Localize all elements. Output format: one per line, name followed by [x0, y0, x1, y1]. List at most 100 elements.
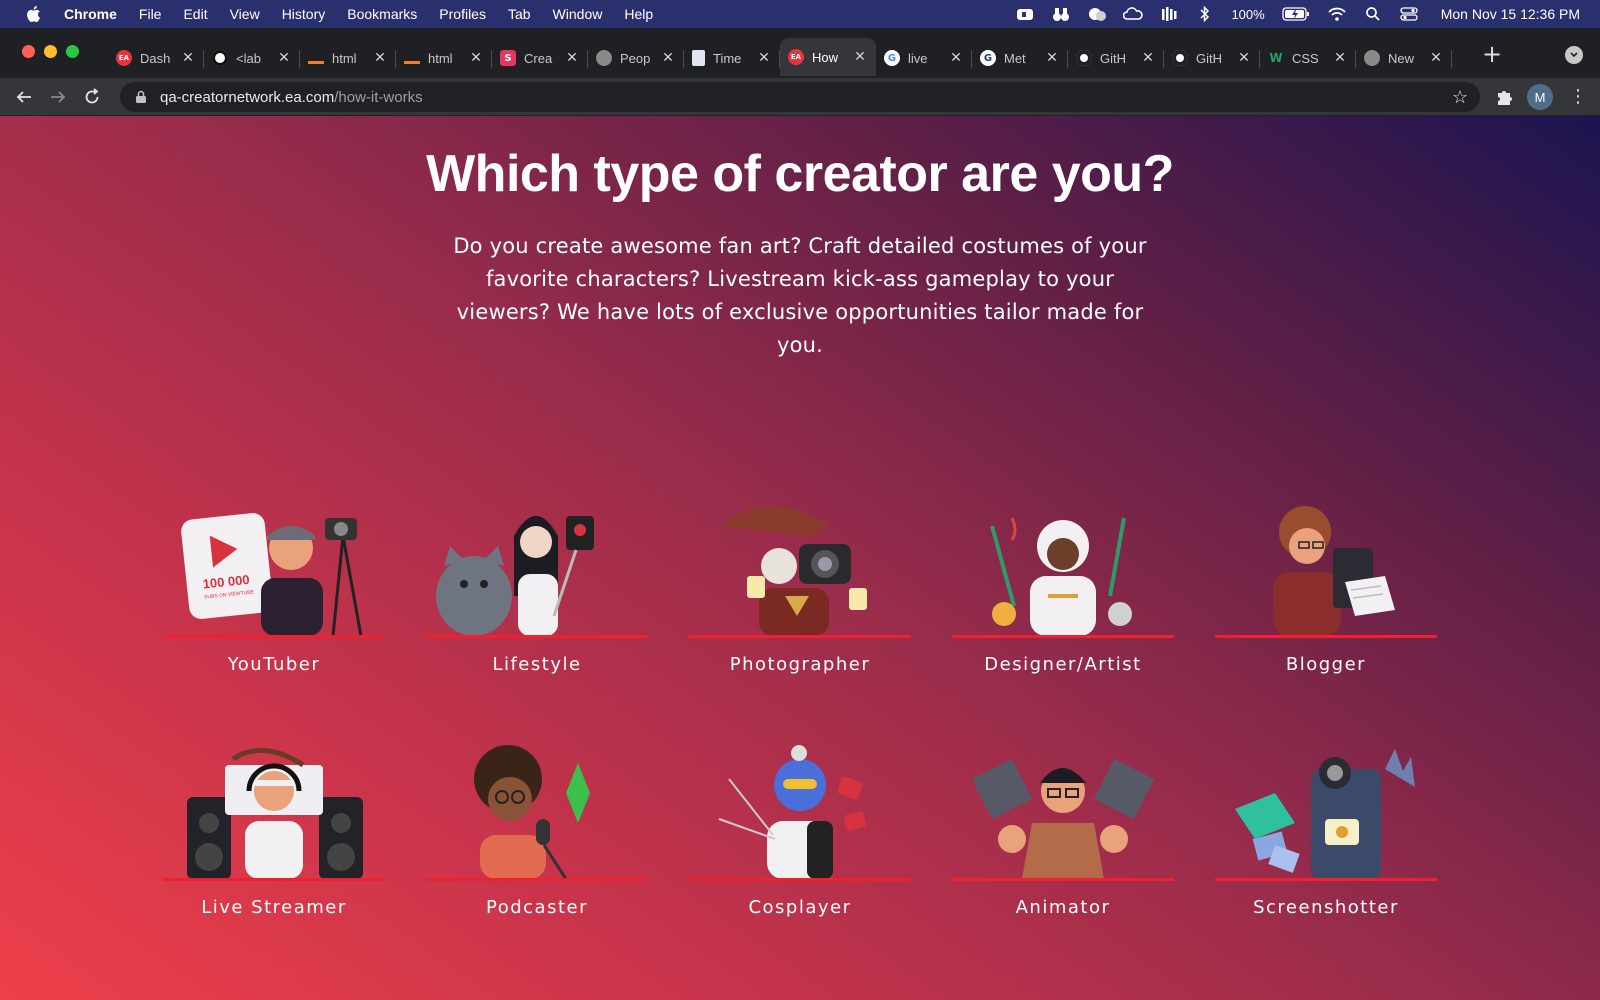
github-icon — [1172, 50, 1188, 66]
creator-underline — [952, 878, 1174, 881]
menu-history[interactable]: History — [282, 6, 326, 22]
tab-title: How — [812, 49, 839, 65]
menu-help[interactable]: Help — [624, 6, 653, 22]
address-bar[interactable]: qa-creatornetwork.ea.com/how-it-works ☆ — [120, 82, 1480, 112]
browser-tab[interactable]: Glive ✕ — [876, 41, 972, 75]
w-icon: W — [1269, 51, 1283, 65]
creator-card-screenshotter[interactable]: Screenshotter — [1215, 739, 1437, 939]
browser-tab[interactable]: New ✕ — [1356, 41, 1452, 75]
close-tab-icon[interactable]: ✕ — [660, 50, 676, 66]
menu-app-name[interactable]: Chrome — [64, 6, 117, 22]
close-tab-icon[interactable]: ✕ — [1044, 50, 1060, 66]
panther-icon — [212, 50, 228, 66]
browser-tab[interactable]: html ✕ — [300, 41, 396, 75]
close-tab-icon[interactable]: ✕ — [180, 50, 196, 66]
tab-title: Met — [1004, 50, 1026, 66]
menu-view[interactable]: View — [230, 6, 260, 22]
weather-icon[interactable] — [1087, 6, 1107, 22]
tab-search-icon[interactable] — [1565, 46, 1583, 64]
browser-tab[interactable]: EA Dash ✕ — [108, 41, 204, 75]
battery-icon[interactable] — [1281, 6, 1311, 22]
fullscreen-window-button[interactable] — [66, 45, 79, 58]
creator-label: Cosplayer — [748, 897, 852, 918]
creator-card-lifestyle[interactable]: Lifestyle — [426, 496, 648, 696]
creator-underline — [163, 635, 385, 638]
close-tab-icon[interactable]: ✕ — [756, 50, 772, 66]
github-icon — [1076, 50, 1092, 66]
close-tab-icon[interactable]: ✕ — [276, 50, 292, 66]
chrome-menu-icon[interactable]: ⋮ — [1568, 86, 1588, 108]
creator-card-blogger[interactable]: Blogger — [1215, 496, 1437, 696]
creator-label: Photographer — [729, 654, 871, 675]
menu-window[interactable]: Window — [553, 6, 603, 22]
binoculars-icon[interactable] — [1051, 6, 1071, 22]
bookmark-star-icon[interactable]: ☆ — [1452, 88, 1470, 106]
page-intro: Do you create awesome fan art? Craft det… — [453, 234, 1147, 357]
browser-tab[interactable]: S Crea ✕ — [492, 41, 588, 75]
browser-tab[interactable]: Time ✕ — [684, 41, 780, 75]
browser-tab[interactable]: GitH ✕ — [1164, 41, 1260, 75]
creator-underline — [689, 878, 911, 881]
minimize-window-button[interactable] — [44, 45, 57, 58]
close-tab-icon[interactable]: ✕ — [564, 50, 580, 66]
audio-bars-icon[interactable] — [1159, 6, 1179, 22]
close-tab-icon[interactable]: ✕ — [1236, 50, 1252, 66]
zoom-icon[interactable] — [1015, 6, 1035, 22]
reload-button[interactable] — [78, 83, 106, 111]
podcaster-illustration — [426, 739, 648, 880]
close-tab-icon[interactable]: ✕ — [852, 49, 868, 65]
menu-tab[interactable]: Tab — [508, 6, 531, 22]
lifestyle-illustration — [426, 496, 648, 636]
creator-label: Podcaster — [486, 897, 588, 918]
close-tab-icon[interactable]: ✕ — [468, 50, 484, 66]
blogger-illustration — [1215, 496, 1437, 636]
creator-card-live-streamer[interactable]: Live Streamer — [163, 739, 385, 939]
close-window-button[interactable] — [22, 45, 35, 58]
browser-tab[interactable]: GitH ✕ — [1068, 41, 1164, 75]
browser-tab[interactable]: <lab ✕ — [204, 41, 300, 75]
creator-card-animator[interactable]: Animator — [952, 739, 1174, 939]
menu-profiles[interactable]: Profiles — [439, 6, 486, 22]
creator-underline — [1215, 635, 1437, 638]
control-center-icon[interactable] — [1399, 6, 1419, 22]
browser-tab[interactable]: G Met ✕ — [972, 41, 1068, 75]
close-tab-icon[interactable]: ✕ — [1140, 50, 1156, 66]
profile-avatar[interactable]: M — [1527, 84, 1553, 110]
creator-card-podcaster[interactable]: Podcaster — [426, 739, 648, 939]
stackoverflow-icon — [308, 52, 324, 64]
tab-title: GitH — [1196, 50, 1222, 66]
apple-icon[interactable] — [24, 5, 42, 23]
tab-title: Time — [713, 50, 742, 66]
extensions-puzzle-icon[interactable] — [1494, 87, 1514, 107]
g-bold-icon: G — [980, 50, 996, 66]
browser-tab[interactable]: EA How ✕ — [780, 38, 876, 76]
menubar-clock[interactable]: Mon Nov 15 12:36 PM — [1441, 6, 1580, 22]
wifi-icon[interactable] — [1327, 6, 1347, 22]
cloud-sync-icon[interactable] — [1123, 6, 1144, 22]
browser-tab[interactable]: html ✕ — [396, 41, 492, 75]
menu-bookmarks[interactable]: Bookmarks — [347, 6, 417, 22]
creator-card-cosplayer[interactable]: Cosplayer — [689, 739, 911, 939]
close-tab-icon[interactable]: ✕ — [1428, 50, 1444, 66]
menu-edit[interactable]: Edit — [183, 6, 207, 22]
creator-card-photographer[interactable]: Photographer — [689, 496, 911, 696]
bluetooth-icon[interactable] — [1195, 6, 1215, 22]
creator-label: Designer/Artist — [984, 654, 1142, 675]
creator-card-youtuber[interactable]: 100 000 SUBS ON VIEWTUBE YouTuber — [163, 496, 385, 696]
new-tab-button[interactable]: + — [1478, 40, 1506, 68]
spotlight-search-icon[interactable] — [1363, 6, 1383, 22]
creator-card-designer-artist[interactable]: Designer/Artist — [952, 496, 1174, 696]
menu-file[interactable]: File — [139, 6, 162, 22]
close-tab-icon[interactable]: ✕ — [1332, 50, 1348, 66]
forward-button[interactable] — [44, 83, 72, 111]
lock-icon[interactable] — [134, 90, 148, 104]
close-tab-icon[interactable]: ✕ — [372, 50, 388, 66]
browser-tab[interactable]: Peop ✕ — [588, 41, 684, 75]
browser-tab[interactable]: W CSS ✕ — [1260, 41, 1356, 75]
tab-title: New — [1388, 50, 1415, 66]
youtuber-illustration: 100 000 SUBS ON VIEWTUBE — [163, 496, 385, 637]
browser-tab-strip: EA Dash ✕ <lab ✕ html ✕ html ✕ S Crea ✕ Peop ✕ Time ✕ EA… — [0, 28, 1600, 78]
back-button[interactable] — [10, 83, 38, 111]
photographer-illustration — [689, 496, 911, 636]
close-tab-icon[interactable]: ✕ — [948, 50, 964, 66]
